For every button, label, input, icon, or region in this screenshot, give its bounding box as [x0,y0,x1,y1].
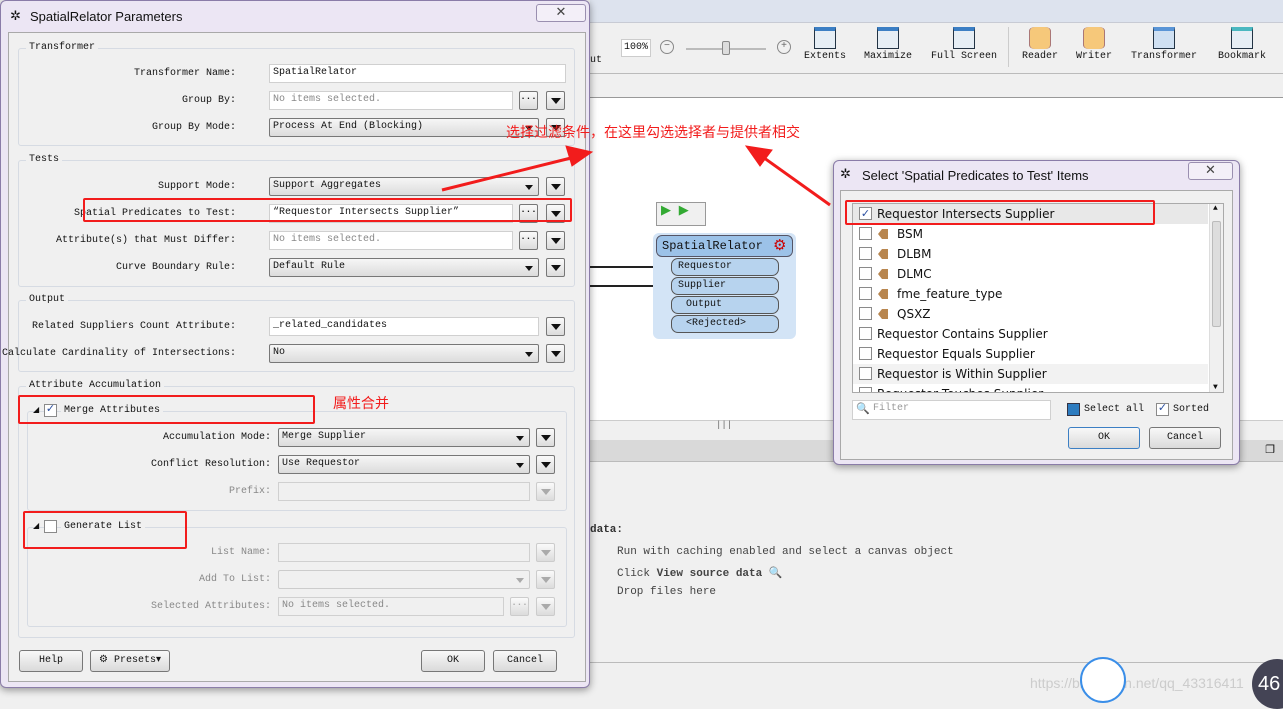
arrow-line [441,155,576,192]
arrow-head [744,145,773,167]
annotation-arrows [441,145,831,207]
arrow-line [759,153,831,207]
arrow-head [565,145,594,167]
